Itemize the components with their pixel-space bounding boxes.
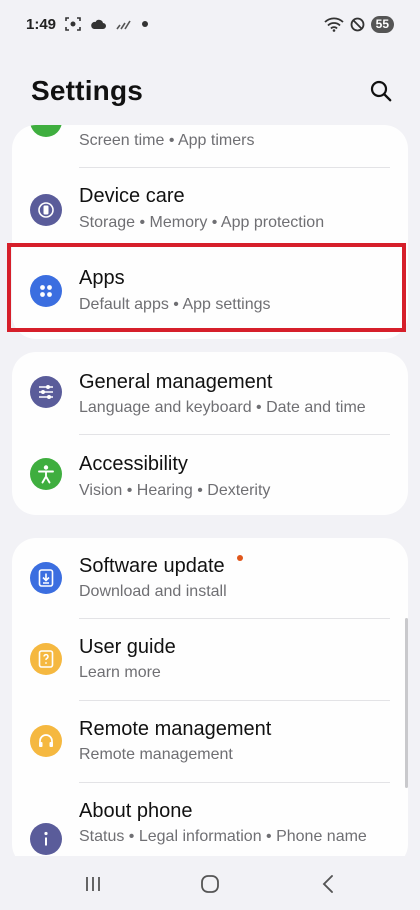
- remote-management-item[interactable]: Remote management Remote management: [12, 701, 408, 781]
- page-title: Settings: [31, 75, 144, 106]
- settings-header: Settings: [0, 62, 420, 120]
- search-icon: [370, 80, 392, 102]
- user-guide-title: User guide: [79, 636, 176, 658]
- scrollbar[interactable]: [405, 618, 408, 788]
- back-icon: [322, 875, 333, 893]
- accessibility-subtitle: Vision • Hearing • Dexterity: [79, 482, 271, 499]
- device-care-icon: [30, 194, 62, 226]
- update-badge: [237, 555, 243, 561]
- software-update-item[interactable]: Software update Download and install: [12, 538, 408, 618]
- do-not-disturb-icon: [350, 17, 365, 32]
- remote-management-subtitle: Remote management: [79, 746, 233, 763]
- settings-card-3: Software update Download and install Use…: [12, 538, 408, 868]
- search-button[interactable]: [364, 74, 398, 108]
- status-bar: 1:49 55: [0, 0, 420, 48]
- info-icon: [30, 823, 62, 855]
- wellbeing-icon: [30, 125, 62, 137]
- home-icon: [201, 875, 219, 893]
- guide-icon: [30, 643, 62, 675]
- screenshot-icon: [65, 17, 81, 31]
- about-phone-subtitle: Status • Legal information • Phone name: [79, 828, 367, 845]
- sliders-icon: [30, 376, 62, 408]
- remote-management-title: Remote management: [79, 718, 272, 740]
- back-button[interactable]: [310, 870, 346, 898]
- general-management-title: General management: [79, 371, 273, 393]
- headset-icon: [30, 725, 62, 757]
- home-button[interactable]: [192, 870, 228, 898]
- accessibility-item[interactable]: Accessibility Vision • Hearing • Dexteri…: [12, 435, 408, 515]
- accessibility-title: Accessibility: [79, 453, 188, 475]
- notification-dot-icon: [142, 21, 149, 27]
- apps-highlight-box: [7, 243, 406, 332]
- about-phone-title: About phone: [79, 800, 193, 822]
- software-update-subtitle: Download and install: [79, 583, 227, 600]
- general-management-subtitle: Language and keyboard • Date and time: [79, 399, 366, 416]
- cloud-icon: [90, 19, 107, 30]
- wellbeing-subtitle: Screen time • App timers: [79, 132, 255, 149]
- battery-icon: 55: [370, 15, 394, 33]
- status-time: 1:49: [26, 15, 57, 33]
- device-care-subtitle: Storage • Memory • App protection: [79, 214, 325, 231]
- recents-icon: [86, 877, 100, 891]
- wifi-icon: [324, 17, 344, 32]
- digital-wellbeing-item[interactable]: Screen time • App timers: [12, 125, 408, 168]
- accessibility-icon: [30, 458, 62, 490]
- download-icon: [30, 562, 62, 594]
- user-guide-item[interactable]: User guide Learn more: [12, 619, 408, 699]
- settings-card-2: General management Language and keyboard…: [12, 352, 408, 515]
- signal-off-icon: [115, 18, 133, 30]
- device-care-item[interactable]: Device care Storage • Memory • App prote…: [12, 168, 408, 246]
- recents-button[interactable]: [75, 870, 111, 898]
- device-care-title: Device care: [79, 185, 185, 207]
- general-management-item[interactable]: General management Language and keyboard…: [12, 352, 408, 434]
- navigation-bar: [0, 856, 420, 910]
- user-guide-subtitle: Learn more: [79, 664, 161, 681]
- software-update-title: Software update: [79, 555, 225, 577]
